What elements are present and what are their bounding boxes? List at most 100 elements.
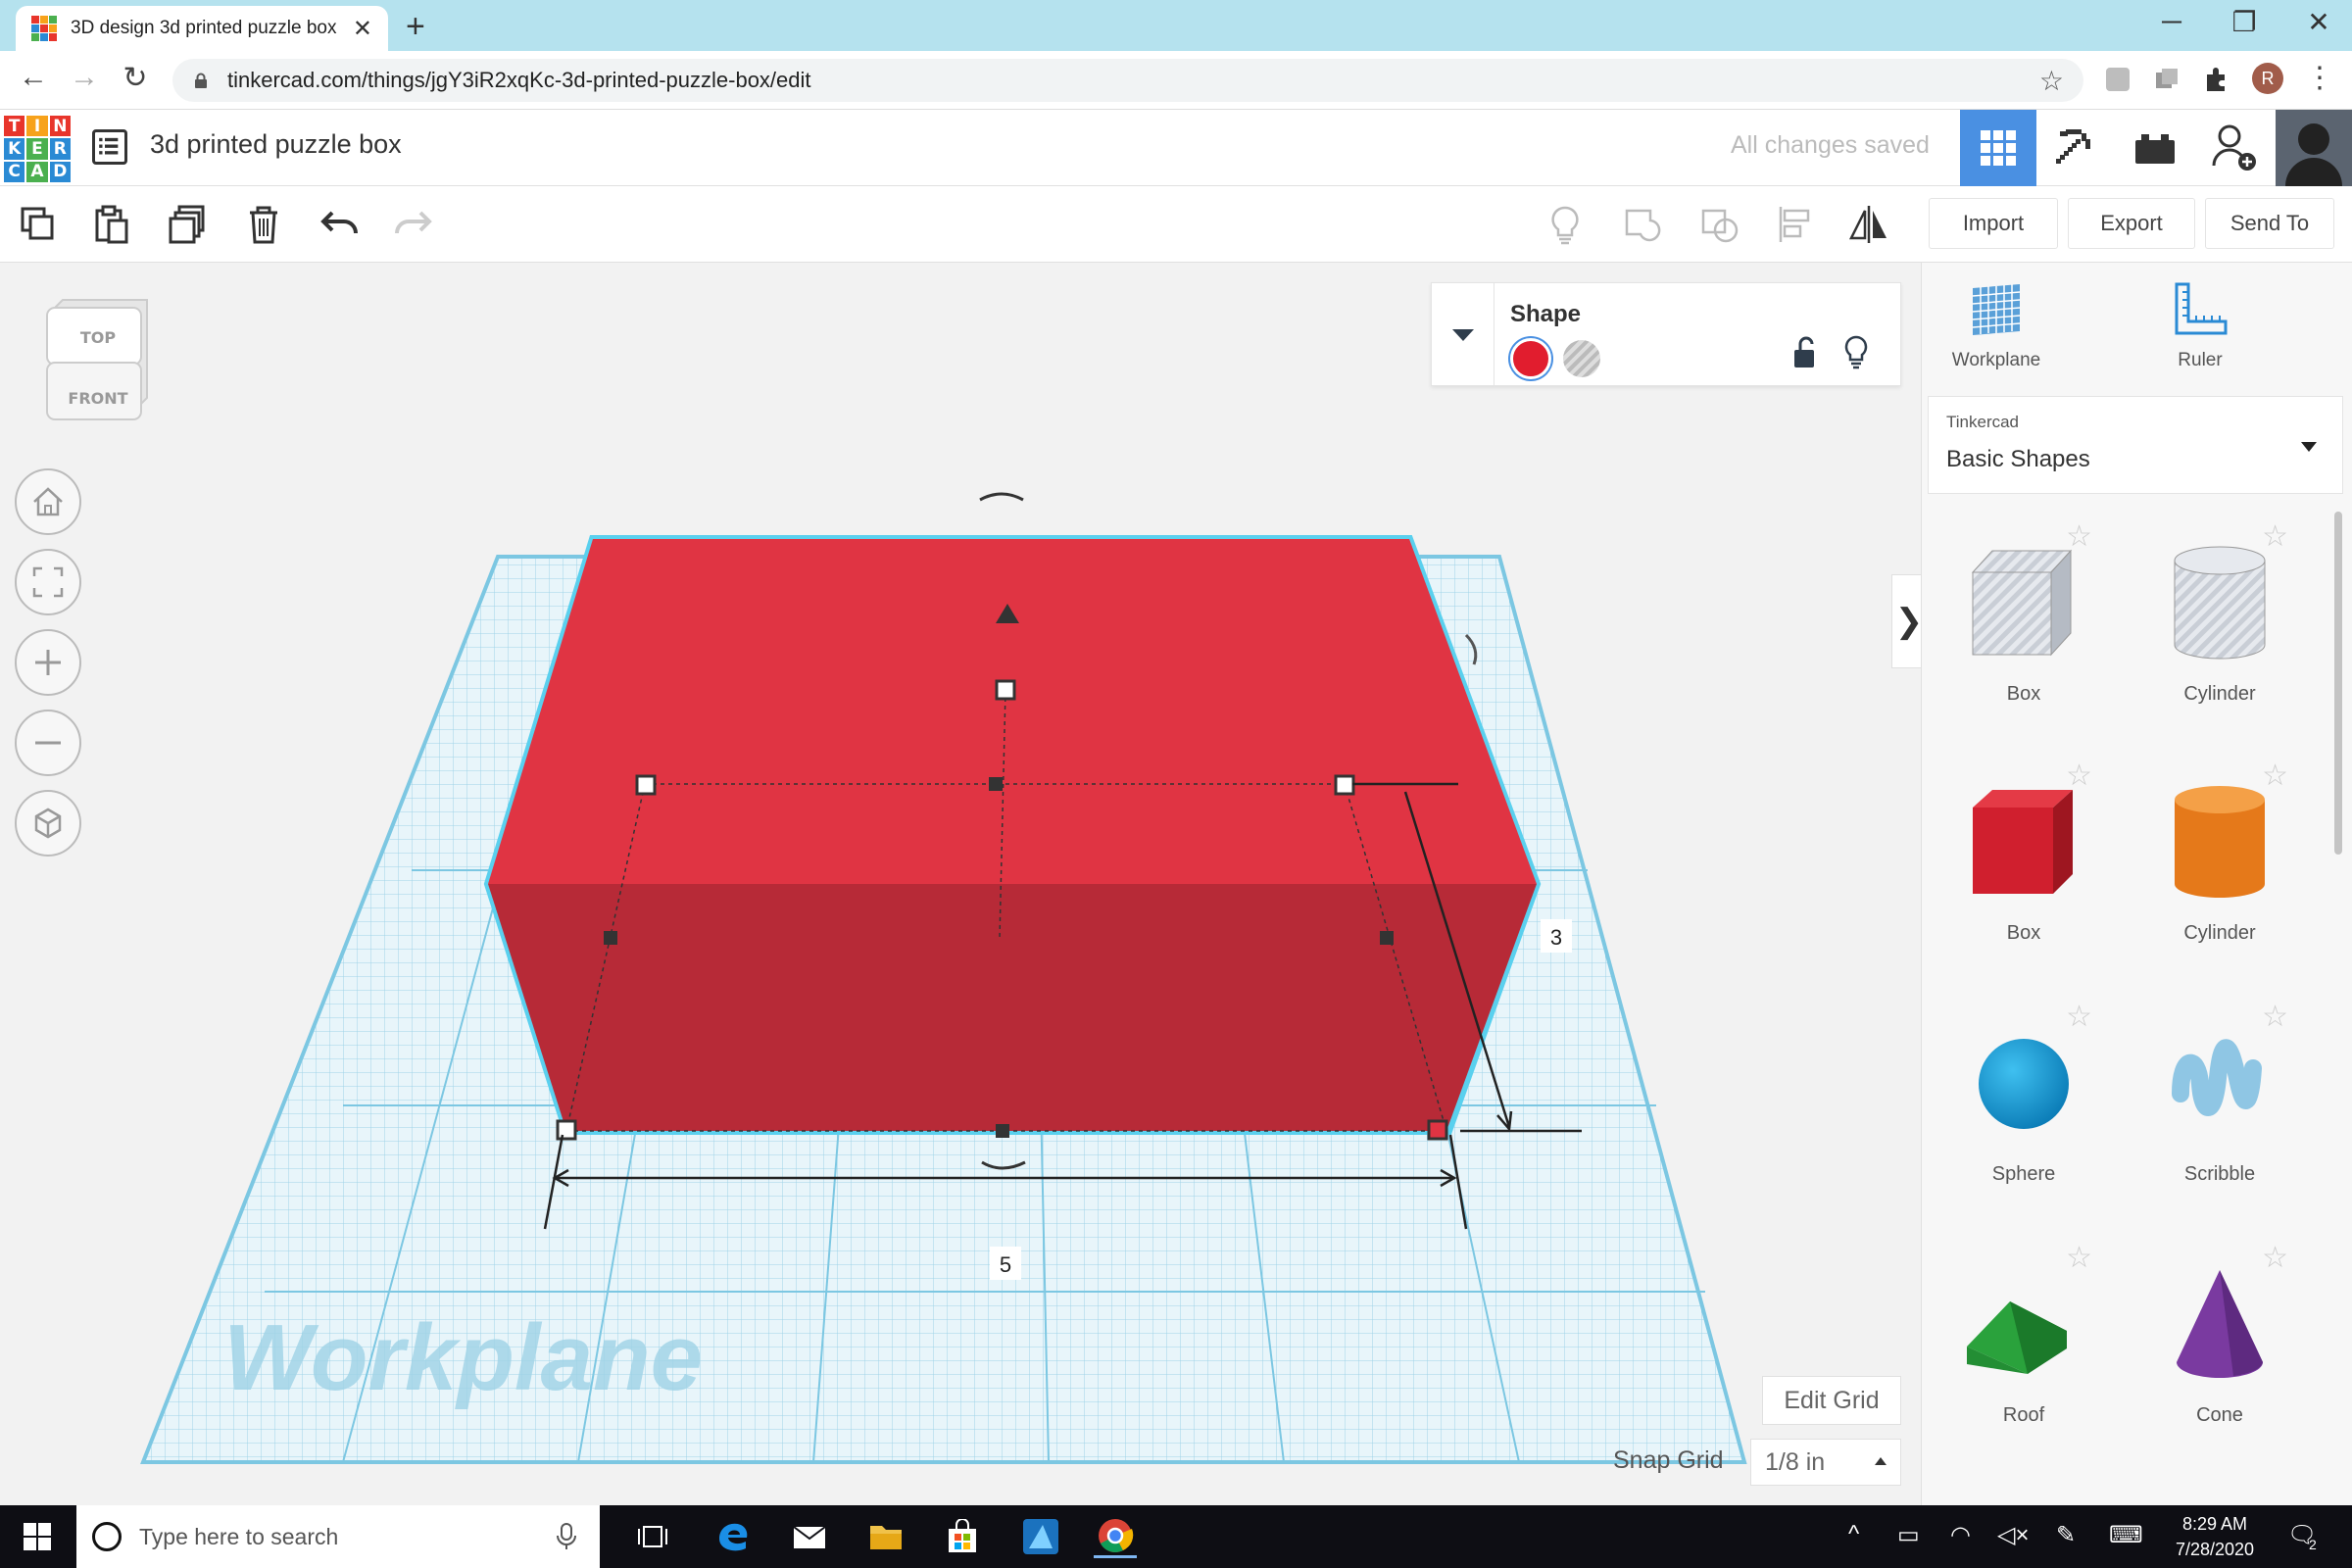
chrome-app[interactable] — [1094, 1515, 1137, 1558]
ruler-tool[interactable]: Ruler — [2132, 280, 2269, 378]
unlock-icon[interactable] — [1790, 336, 1820, 369]
shape-library-select[interactable]: Tinkercad Basic Shapes — [1928, 396, 2343, 494]
blocks-view-button[interactable] — [2038, 110, 2115, 186]
mail-app[interactable] — [788, 1515, 831, 1558]
design-title[interactable]: 3d printed puzzle box — [150, 129, 402, 160]
edge-handle[interactable] — [996, 1124, 1009, 1138]
show-hidden-icons[interactable]: ^ — [1848, 1521, 1859, 1548]
workplane-scene[interactable]: Workplane 5 3 — [0, 263, 1921, 1505]
reload-icon[interactable]: ↻ — [116, 61, 155, 95]
box-front-face[interactable] — [488, 884, 1537, 1131]
microphone-icon[interactable] — [555, 1522, 578, 1551]
keyboard-icon[interactable]: ⌨ — [2109, 1521, 2143, 1549]
send-to-button[interactable]: Send To — [2205, 198, 2334, 249]
corner-handle-active[interactable] — [1427, 1119, 1448, 1141]
extension-r-icon[interactable] — [2103, 65, 2132, 94]
favorite-star-icon[interactable]: ☆ — [2262, 759, 2288, 793]
height-handle[interactable] — [995, 679, 1016, 701]
favorite-star-icon[interactable]: ☆ — [2066, 1000, 2092, 1034]
lock-icon[interactable] — [194, 73, 208, 88]
favorite-star-icon[interactable]: ☆ — [2066, 759, 2092, 793]
edge-handle[interactable] — [989, 777, 1003, 791]
workplane-tool[interactable]: Workplane — [1928, 280, 2065, 378]
favorite-star-icon[interactable]: ☆ — [2262, 1000, 2288, 1034]
bricks-view-button[interactable] — [2117, 110, 2193, 186]
design-list-icon[interactable] — [92, 129, 127, 165]
corner-handle[interactable] — [635, 774, 657, 796]
undo-button[interactable] — [316, 200, 365, 249]
favorite-star-icon[interactable]: ☆ — [2262, 519, 2288, 554]
back-icon[interactable]: ← — [14, 61, 53, 94]
add-user-button[interactable] — [2197, 110, 2274, 186]
shape-tile[interactable]: ☆ Cylinder — [2122, 519, 2318, 745]
store-app[interactable] — [941, 1515, 984, 1558]
taskbar-search[interactable]: Type here to search — [76, 1505, 600, 1568]
corner-handle[interactable] — [556, 1119, 577, 1141]
shape-tile[interactable]: ☆ Box — [1926, 759, 2122, 984]
affinity-app[interactable] — [1019, 1515, 1062, 1558]
window-close-icon[interactable]: ✕ — [2299, 6, 2338, 38]
browser-tab[interactable]: 3D design 3d printed puzzle box ✕ — [16, 6, 388, 51]
fit-view-button[interactable] — [15, 549, 81, 615]
align-button[interactable] — [1772, 200, 1821, 249]
battery-icon[interactable]: ▭ — [1897, 1521, 1920, 1549]
delete-button[interactable] — [239, 200, 288, 249]
edge-handle[interactable] — [604, 931, 617, 945]
file-explorer-app[interactable] — [864, 1515, 907, 1558]
favorite-star-icon[interactable]: ☆ — [2066, 1241, 2092, 1275]
extension-copy-icon[interactable] — [2152, 65, 2181, 94]
snap-grid-select[interactable]: 1/8 in — [1750, 1439, 1901, 1486]
shape-tile[interactable]: ☆ Scribble — [2122, 1000, 2318, 1225]
edge-handle[interactable] — [1380, 931, 1394, 945]
windows-start-icon[interactable] — [24, 1523, 51, 1550]
rotate-arrow-icon[interactable] — [979, 492, 1024, 502]
zoom-out-button[interactable] — [15, 710, 81, 776]
corner-handle[interactable] — [1334, 774, 1355, 796]
clock[interactable]: 8:29 AM 7/28/2020 — [2156, 1511, 2274, 1562]
maximize-icon[interactable]: ❐ — [2225, 6, 2264, 38]
home-view-button[interactable] — [15, 468, 81, 535]
duplicate-button[interactable] — [163, 200, 212, 249]
profile-avatar[interactable]: R — [2252, 63, 2283, 94]
notes-button[interactable] — [1541, 200, 1590, 249]
ungroup-button[interactable] — [1695, 200, 1744, 249]
group-button[interactable] — [1619, 200, 1668, 249]
mirror-button[interactable] — [1844, 200, 1893, 249]
volume-muted-icon[interactable]: ◁× — [1997, 1521, 2029, 1549]
export-button[interactable]: Export — [2068, 198, 2195, 249]
shape-tile[interactable]: ☆ Cylinder — [2122, 759, 2318, 984]
wifi-icon[interactable]: ◠ — [1950, 1521, 1971, 1549]
perspective-button[interactable] — [15, 790, 81, 857]
pen-icon[interactable]: ✎ — [2056, 1521, 2076, 1549]
extensions-puzzle-icon[interactable] — [2201, 65, 2230, 94]
depth-value-label[interactable]: 3 — [1550, 925, 1562, 950]
task-view-button[interactable] — [631, 1515, 674, 1558]
width-value-label[interactable]: 5 — [1000, 1252, 1011, 1277]
solid-color-swatch[interactable] — [1510, 338, 1551, 379]
minimize-icon[interactable]: ─ — [2152, 6, 2191, 37]
edge-app[interactable] — [711, 1515, 755, 1558]
browser-menu-icon[interactable]: ⋮ — [2305, 61, 2334, 95]
redo-button[interactable] — [388, 200, 437, 249]
favorite-star-icon[interactable]: ☆ — [2262, 1241, 2288, 1275]
lightbulb-icon[interactable] — [1841, 334, 1871, 371]
url-text[interactable]: tinkercad.com/things/jgY3iR2xqKc-3d-prin… — [227, 68, 2039, 93]
zoom-in-button[interactable] — [15, 629, 81, 696]
bookmark-star-icon[interactable]: ☆ — [2039, 65, 2064, 97]
address-bar[interactable]: tinkercad.com/things/jgY3iR2xqKc-3d-prin… — [172, 59, 2083, 102]
edit-grid-button[interactable]: Edit Grid — [1762, 1376, 1901, 1425]
user-avatar[interactable] — [2276, 110, 2352, 186]
shapes-scrollbar[interactable] — [2334, 512, 2342, 855]
forward-icon[interactable]: → — [65, 61, 104, 94]
shape-tile[interactable]: ☆ Sphere — [1926, 1000, 2122, 1225]
paste-button[interactable] — [86, 200, 135, 249]
shape-tile[interactable]: ☆ Box — [1926, 519, 2122, 745]
view-cube[interactable]: TOP FRONT — [45, 298, 153, 423]
import-button[interactable]: Import — [1929, 198, 2058, 249]
copy-button[interactable] — [14, 200, 63, 249]
inspector-collapse-button[interactable] — [1432, 283, 1494, 387]
shape-tile[interactable]: ☆ Roof — [1926, 1241, 2122, 1466]
tab-close-icon[interactable]: ✕ — [353, 15, 372, 43]
tinkercad-logo[interactable]: T I N K E R C A D — [4, 116, 71, 182]
new-tab-icon[interactable]: + — [406, 8, 425, 46]
